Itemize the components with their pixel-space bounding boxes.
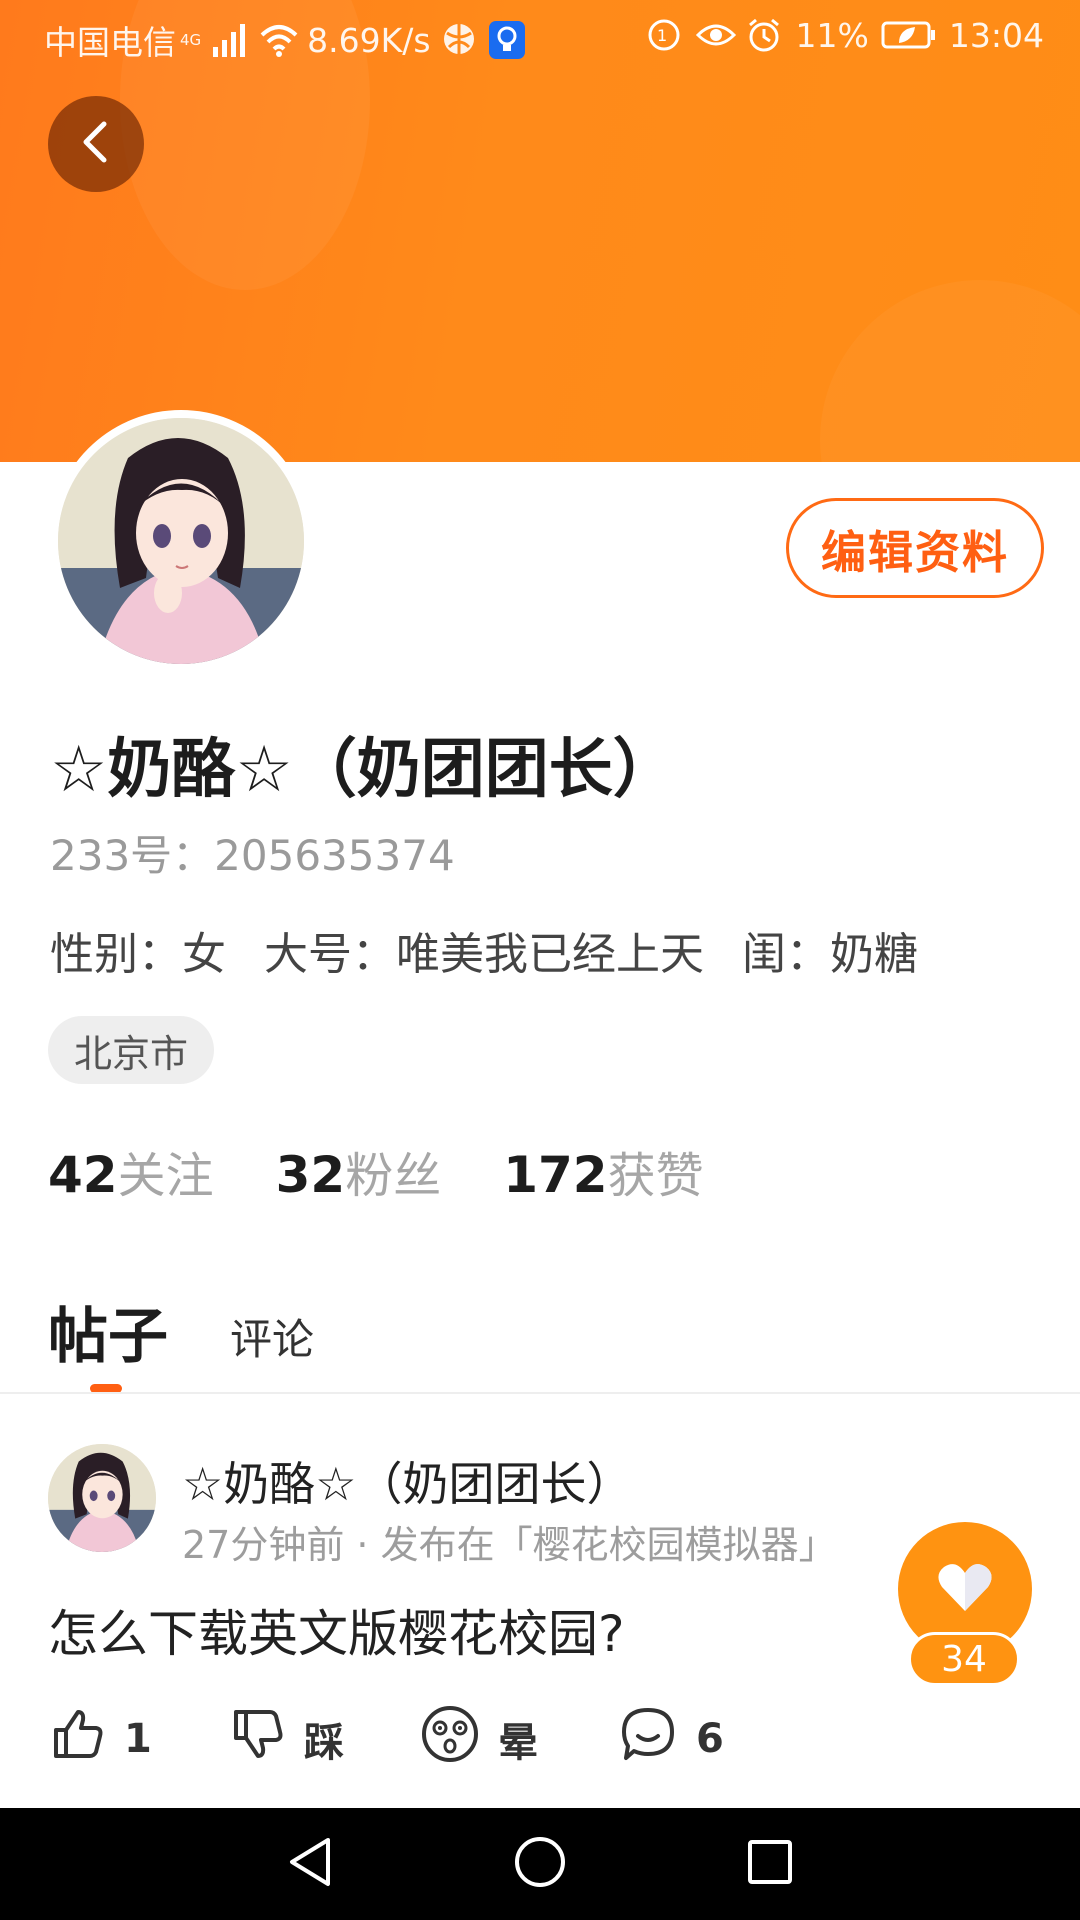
tab-comments[interactable]: 评论 bbox=[230, 1306, 314, 1375]
meta-value: 唯美我已经上天 bbox=[396, 929, 704, 980]
stat-number: 32 bbox=[275, 1146, 346, 1204]
meta-value: 奶糖 bbox=[830, 929, 918, 980]
location-tag: 北京市 bbox=[48, 1016, 215, 1084]
post-title[interactable]: 怎么下载英文版樱花校园? bbox=[48, 1594, 625, 1666]
like-action[interactable]: 1 bbox=[50, 1706, 230, 1772]
data-saver-icon: 1 bbox=[646, 17, 684, 55]
anime-girl-avatar-image bbox=[58, 418, 304, 664]
content-tabs: 帖子 评论 bbox=[48, 1288, 314, 1393]
post-actions: 1 踩 晕 6 bbox=[50, 1704, 724, 1774]
comment-action[interactable]: 6 bbox=[618, 1704, 724, 1774]
comment-bubble-icon bbox=[618, 1704, 678, 1774]
meta-value: 女 bbox=[182, 929, 226, 980]
svg-text:1: 1 bbox=[657, 26, 667, 45]
alarm-icon bbox=[746, 17, 784, 55]
carrier-label: 中国电信 bbox=[44, 23, 176, 62]
stat-label: 关注 bbox=[117, 1148, 214, 1204]
chevron-left-icon bbox=[76, 118, 116, 170]
meta-label: 大号： bbox=[264, 929, 396, 980]
stat-label: 粉丝 bbox=[345, 1148, 442, 1204]
circle-home-icon bbox=[513, 1835, 567, 1893]
meta-main-account: 大号： 唯美我已经上天 bbox=[264, 918, 704, 982]
tab-label: 帖子 bbox=[48, 1302, 168, 1372]
dizzy-label: 晕 bbox=[498, 1720, 538, 1766]
profile-meta: 性别： 女 大号： 唯美我已经上天 闺： 奶糖 bbox=[50, 918, 918, 982]
profile-banner: 中国电信 4G 8.69K/s 1 11% 13:04 bbox=[0, 0, 1080, 462]
system-navigation-bar bbox=[0, 1808, 1080, 1920]
edit-profile-button[interactable]: 编辑资料 bbox=[786, 498, 1044, 598]
stat-label: 获赞 bbox=[607, 1148, 704, 1204]
clock: 13:04 bbox=[948, 16, 1044, 55]
tab-posts[interactable]: 帖子 bbox=[48, 1288, 168, 1393]
post-author-avatar[interactable] bbox=[48, 1444, 156, 1552]
thumbs-down-icon bbox=[230, 1706, 286, 1772]
meta-gender: 性别： 女 bbox=[50, 918, 226, 982]
anime-girl-avatar-image bbox=[48, 1444, 156, 1552]
network-type: 4G bbox=[180, 31, 202, 49]
ball-icon bbox=[441, 21, 479, 59]
stat-number: 42 bbox=[48, 1146, 118, 1204]
divider bbox=[0, 1392, 1080, 1394]
network-speed: 8.69K/s bbox=[307, 20, 431, 60]
stat-following[interactable]: 42关注 bbox=[48, 1136, 214, 1206]
meta-label: 性别： bbox=[50, 929, 182, 980]
eye-icon bbox=[695, 17, 736, 55]
account-id: 233号：205635374 bbox=[50, 831, 455, 880]
back-button[interactable] bbox=[48, 96, 144, 192]
dislike-action[interactable]: 踩 bbox=[230, 1706, 420, 1772]
wifi-icon bbox=[259, 21, 298, 59]
nav-back-button[interactable] bbox=[250, 1808, 370, 1920]
profile-stats: 42关注 32粉丝 172获赞 bbox=[48, 1136, 704, 1206]
profile-screen: 中国电信 4G 8.69K/s 1 11% 13:04 编辑资料 ☆奶酪☆（奶团… bbox=[0, 0, 1080, 1920]
dizzy-action[interactable]: 晕 bbox=[420, 1704, 618, 1774]
post-author-name[interactable]: ☆奶酪☆（奶团团长） bbox=[182, 1448, 632, 1514]
post-time-source: 27分钟前 · 发布在「樱花校园模拟器」 bbox=[182, 1523, 837, 1567]
triangle-back-icon bbox=[286, 1836, 334, 1892]
signal-icon bbox=[211, 21, 249, 59]
avatar[interactable] bbox=[50, 410, 312, 672]
banner-decoration bbox=[820, 280, 1080, 462]
meta-bestie: 闺： 奶糖 bbox=[742, 918, 918, 982]
stat-fans[interactable]: 32粉丝 bbox=[276, 1136, 442, 1206]
profile-nickname: ☆奶酪☆（奶团团长） bbox=[50, 733, 677, 807]
nav-recents-button[interactable] bbox=[710, 1808, 830, 1920]
battery-percent: 11% bbox=[795, 16, 869, 55]
heart-icon bbox=[936, 1561, 994, 1617]
floating-like-count: 34 bbox=[908, 1632, 1020, 1686]
stat-likes[interactable]: 172获赞 bbox=[503, 1136, 703, 1206]
status-bar: 中国电信 4G 8.69K/s 1 11% 13:04 bbox=[0, 0, 1080, 78]
dislike-label: 踩 bbox=[304, 1720, 344, 1766]
bulb-icon bbox=[488, 21, 525, 59]
stat-number: 172 bbox=[503, 1146, 608, 1204]
square-recents-icon bbox=[746, 1838, 794, 1890]
like-count: 1 bbox=[124, 1716, 152, 1762]
nav-home-button[interactable] bbox=[480, 1808, 600, 1920]
thumbs-up-icon bbox=[50, 1706, 106, 1772]
battery-icon bbox=[881, 17, 937, 55]
meta-label: 闺： bbox=[742, 929, 830, 980]
dizzy-face-icon bbox=[420, 1704, 480, 1774]
comment-count: 6 bbox=[696, 1716, 724, 1762]
